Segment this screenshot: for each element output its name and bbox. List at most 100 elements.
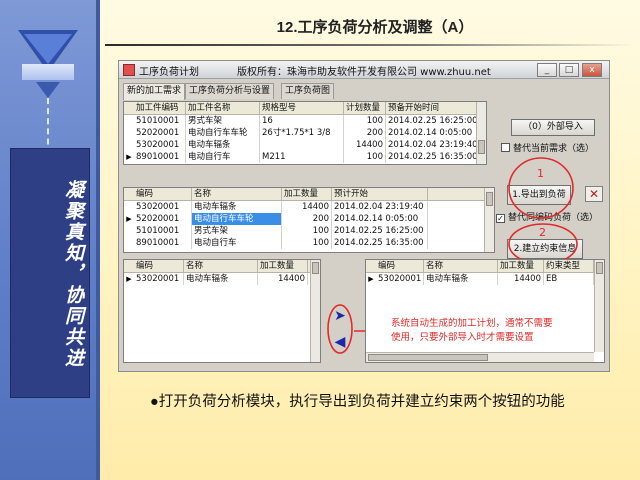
tab-load-analysis[interactable]: 工序负荷分析与设置 (185, 83, 275, 99)
delete-button[interactable]: ✕ (585, 186, 603, 202)
cell-name: 电动自行车 (192, 237, 282, 249)
table-row[interactable]: ▶ 89010001 电动自行车 M211 100 2014.02.25 16:… (124, 151, 478, 163)
column-header[interactable]: 约束类型 (544, 260, 594, 273)
export-to-load-button[interactable]: 1.导出到负荷 (507, 185, 571, 205)
minimize-button[interactable]: _ (537, 63, 557, 77)
cell-start-time: 2014.02.25 16:25:00 (388, 115, 478, 127)
checkbox-label: 替代当前需求（选） (513, 144, 595, 154)
table-row[interactable]: 53020001 电动车辐条 14400 2014.02.04 23:19:40 (124, 201, 486, 213)
funnel-highlight (24, 34, 72, 64)
cell-code: 89010001 (134, 237, 192, 249)
cell-code: 89010001 (134, 151, 186, 163)
row-pointer-icon: ▶ (368, 275, 374, 283)
slide-bullet-text: ●打开负荷分析模块，执行导出到负荷并建立约束两个按钮的功能 (150, 394, 565, 410)
close-button[interactable]: x (582, 63, 602, 77)
cell-constraint-type: EB (544, 273, 594, 285)
cell-spec: 16 (260, 115, 344, 127)
column-header[interactable]: 编码 (134, 260, 184, 273)
column-header[interactable]: 名称 (192, 188, 282, 201)
cell-quantity: 14400 (258, 273, 308, 285)
replace-demand-checkbox[interactable]: 替代当前需求（选） (501, 141, 594, 154)
row-pointer-icon: ▶ (126, 215, 132, 223)
table-row[interactable]: 53020001 电动车辐条 14400 2014.02.04 23:19:40 (124, 139, 478, 151)
bottom-left-table[interactable]: 编码 名称 加工数量 ▶ 53020001 电动车辐条 14400 (123, 259, 321, 363)
scrollbar-thumb[interactable] (486, 192, 493, 206)
cell-code: 52020001 (134, 127, 186, 139)
cell-quantity: 100 (344, 115, 386, 127)
funnel-tip (36, 82, 60, 98)
row-pointer-icon: ▶ (126, 153, 132, 161)
external-import-button[interactable]: （0）外部导入 (511, 119, 595, 136)
tab-new-demand[interactable]: 新的加工需求 (123, 83, 186, 100)
cell-code: 51010001 (134, 225, 192, 237)
bottom-right-table[interactable]: 编码 名称 加工数量 约束类型 ▶ 53020001 电动车辐条 14400 E… (365, 259, 605, 363)
checkbox-label: 替代同编码负荷（选） (508, 213, 599, 223)
column-header[interactable]: 预计开始 (332, 188, 428, 201)
table-row[interactable]: ▶ 53020001 电动车辐条 14400 (124, 273, 312, 285)
app-window: 工序负荷计划 版权所有：珠海市助友软件开发有限公司 www.zhuu.net _… (118, 60, 610, 372)
cell-quantity: 14400 (344, 139, 386, 151)
move-left-arrow-icon[interactable]: ◀ (331, 331, 349, 353)
cell-name: 电动自行车车轮 (192, 213, 282, 225)
checkbox-box[interactable] (501, 143, 510, 152)
column-header[interactable]: 名称 (184, 260, 258, 273)
window-titlebar[interactable]: 工序负荷计划 版权所有：珠海市助友软件开发有限公司 www.zhuu.net _… (119, 61, 609, 79)
cell-quantity: 200 (282, 213, 332, 225)
table-row[interactable]: 51010001 男式车架 16 100 2014.02.25 16:25:00 (124, 115, 478, 127)
app-icon (123, 64, 135, 76)
column-header[interactable]: 规格型号 (260, 102, 344, 115)
maximize-button[interactable]: □ (559, 63, 579, 77)
cell-spec: M211 (260, 151, 344, 163)
load-table-scrollbar[interactable] (484, 188, 494, 252)
motto-text: 凝聚真知，协同共进 (62, 179, 84, 369)
column-header[interactable]: 加工件编码 (134, 102, 186, 115)
cell-code: 52020001 (134, 213, 192, 225)
table-row-selected[interactable]: ▶ 52020001 电动自行车车轮 200 2014.02.14 0:05:0… (124, 213, 486, 225)
scrollbar-thumb[interactable] (596, 262, 603, 274)
cell-quantity: 200 (344, 127, 386, 139)
column-header[interactable]: 加工数量 (258, 260, 308, 273)
scrollbar-thumb[interactable] (312, 262, 319, 274)
annotation-note-line2: 使用，只要外部导入时才需要设置 (391, 332, 534, 343)
bottom-right-hscrollbar[interactable] (366, 352, 594, 362)
table-row[interactable]: ▶ 53020001 电动车辐条 14400 EB (366, 273, 596, 285)
column-header[interactable]: 计划数量 (344, 102, 386, 115)
table-row[interactable]: 51010001 男式车架 100 2014.02.25 16:25:00 (124, 225, 486, 237)
table-row[interactable]: 89010001 电动自行车 100 2014.02.25 16:35:00 (124, 237, 486, 249)
column-header[interactable]: 加工数量 (498, 260, 544, 273)
cell-start-time: 2014.02.14 0:05:00 (386, 127, 478, 139)
cell-code: 53020001 (376, 273, 424, 285)
scrollbar-thumb[interactable] (368, 354, 488, 361)
create-constraint-button[interactable]: 2.建立约束信息 (507, 239, 583, 259)
move-right-arrow-icon[interactable]: ➤ (331, 305, 349, 327)
demand-table-header: 加工件编码 加工件名称 规格型号 计划数量 预备开始时间 (124, 102, 478, 115)
cell-name: 电动车辐条 (186, 139, 260, 151)
column-header[interactable]: 加工数量 (282, 188, 332, 201)
load-table-header: 编码 名称 加工数量 预计开始 (124, 188, 486, 201)
cell-name: 男式车架 (186, 115, 260, 127)
cell-quantity: 100 (282, 225, 332, 237)
cell-quantity: 100 (282, 237, 332, 249)
column-header[interactable]: 预备开始时间 (386, 102, 478, 115)
table-row[interactable]: 52020001 电动自行车车轮 26寸*1.75*1 3/8 200 2014… (124, 127, 478, 139)
demand-table[interactable]: 加工件编码 加工件名称 规格型号 计划数量 预备开始时间 51010001 男式… (123, 101, 487, 165)
column-header[interactable]: 编码 (376, 260, 424, 273)
scrollbar-thumb[interactable] (478, 140, 485, 154)
bottom-left-scrollbar[interactable] (310, 260, 320, 362)
column-header[interactable]: 编码 (134, 188, 192, 201)
bottom-right-table-header: 编码 名称 加工数量 约束类型 (366, 260, 596, 273)
cell-code: 53020001 (134, 201, 192, 213)
load-table[interactable]: 编码 名称 加工数量 预计开始 53020001 电动车辐条 14400 201… (123, 187, 495, 253)
bottom-right-scrollbar[interactable] (594, 260, 604, 352)
tab-load-chart[interactable]: 工序负荷图 (281, 83, 335, 99)
title-divider (105, 44, 635, 46)
cell-name: 电动车辐条 (192, 201, 282, 213)
cell-start-time: 2014.02.25 16:35:00 (332, 237, 428, 249)
column-header[interactable]: 名称 (424, 260, 498, 273)
replace-same-code-checkbox[interactable]: ✓ 替代同编码负荷（选） (496, 210, 598, 223)
demand-table-scrollbar[interactable] (476, 102, 486, 164)
checkbox-box[interactable]: ✓ (496, 214, 505, 223)
column-header[interactable]: 加工件名称 (186, 102, 260, 115)
cell-quantity: 14400 (282, 201, 332, 213)
window-copyright: 版权所有：珠海市助友软件开发有限公司 www.zhuu.net (237, 67, 491, 78)
